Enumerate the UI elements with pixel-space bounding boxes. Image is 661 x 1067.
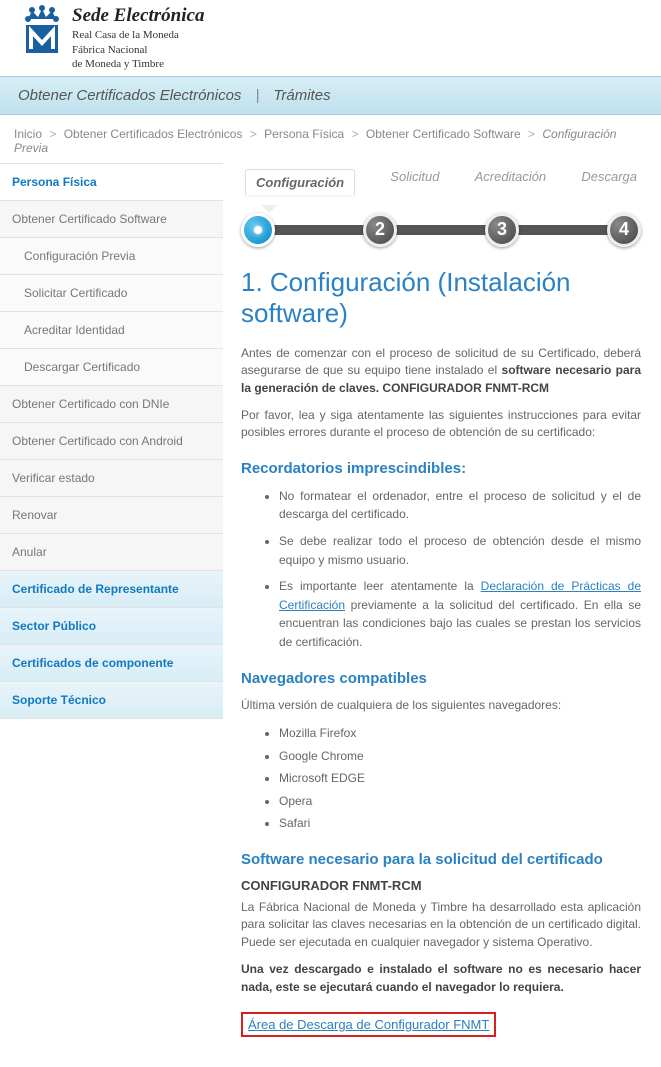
list-item: Se debe realizar todo el proceso de obte… — [279, 532, 641, 569]
sidebar: Persona Física Obtener Certificado Softw… — [0, 163, 223, 719]
list-item: No formatear el ordenador, entre el proc… — [279, 487, 641, 524]
configurador-desc: La Fábrica Nacional de Moneda y Timbre h… — [241, 899, 641, 951]
site-subtitle-2: Fábrica Nacional — [72, 44, 204, 57]
list-item: Microsoft EDGE — [279, 769, 641, 788]
intro-paragraph-1: Antes de comenzar con el proceso de soli… — [241, 345, 641, 397]
step-circle-3[interactable]: 3 — [485, 213, 519, 247]
site-subtitle-3: de Moneda y Timbre — [72, 58, 204, 71]
step-label-2[interactable]: Solicitud — [390, 169, 439, 195]
section-software: Software necesario para la solicitud del… — [241, 851, 641, 868]
li3-a: Es importante leer atentamente la — [279, 579, 481, 593]
bc-sep: > — [49, 127, 56, 141]
section-navegadores: Navegadores compatibles — [241, 670, 641, 687]
step-label-3[interactable]: Acreditación — [475, 169, 547, 195]
step-label-4[interactable]: Descarga — [581, 169, 637, 195]
step-arrow-icon — [261, 205, 277, 213]
sidebar-soporte-tecnico[interactable]: Soporte Técnico — [0, 682, 223, 719]
configurador-note: Una vez descargado e instalado el softwa… — [241, 961, 641, 996]
sidebar-cert-representante[interactable]: Certificado de Representante — [0, 571, 223, 608]
page-title: 1. Configuración (Instalación software) — [241, 267, 641, 329]
bc-sep: > — [528, 127, 535, 141]
sidebar-anular[interactable]: Anular — [0, 534, 223, 571]
p5-bold: Una vez descargado e instalado el softwa… — [241, 962, 641, 993]
main-content: Configuración Solicitud Acreditación Des… — [223, 163, 661, 1067]
intro-paragraph-2: Por favor, lea y siga atentamente las si… — [241, 407, 641, 442]
bc-sep: > — [250, 127, 257, 141]
site-subtitle-1: Real Casa de la Moneda — [72, 29, 204, 42]
list-item: Opera — [279, 792, 641, 811]
bc-certificados[interactable]: Obtener Certificados Electrónicos — [64, 127, 243, 141]
crown-m-logo-icon — [20, 5, 64, 55]
sidebar-descargar-certificado[interactable]: Descargar Certificado — [0, 349, 223, 386]
sidebar-renovar[interactable]: Renovar — [0, 497, 223, 534]
sidebar-solicitar-certificado[interactable]: Solicitar Certificado — [0, 275, 223, 312]
sidebar-sector-publico[interactable]: Sector Público — [0, 608, 223, 645]
sidebar-certificado-android[interactable]: Obtener Certificado con Android — [0, 423, 223, 460]
section-recordatorios: Recordatorios imprescindibles: — [241, 460, 641, 477]
sidebar-certificado-dnie[interactable]: Obtener Certificado con DNIe — [0, 386, 223, 423]
sidebar-verificar-estado[interactable]: Verificar estado — [0, 460, 223, 497]
list-item: Es importante leer atentamente la Declar… — [279, 577, 641, 651]
sidebar-persona-fisica[interactable]: Persona Física — [0, 163, 223, 201]
step-circle-4[interactable]: 4 — [607, 213, 641, 247]
browser-list: Mozilla Firefox Google Chrome Microsoft … — [241, 724, 641, 833]
bc-inicio[interactable]: Inicio — [14, 127, 42, 141]
progress-stepper: Configuración Solicitud Acreditación Des… — [241, 169, 641, 249]
browsers-intro: Última versión de cualquiera de los sigu… — [241, 697, 641, 714]
configurador-heading: CONFIGURADOR FNMT-RCM — [241, 878, 641, 893]
sidebar-acreditar-identidad[interactable]: Acreditar Identidad — [0, 312, 223, 349]
list-item: Google Chrome — [279, 747, 641, 766]
bc-software[interactable]: Obtener Certificado Software — [366, 127, 521, 141]
step-label-1[interactable]: Configuración — [245, 169, 355, 195]
step-circle-2[interactable]: 2 — [363, 213, 397, 247]
list-item: Mozilla Firefox — [279, 724, 641, 743]
sidebar-obtener-cert-software[interactable]: Obtener Certificado Software — [0, 201, 223, 238]
download-area-link[interactable]: Área de Descarga de Configurador FNMT — [241, 1012, 496, 1037]
sidebar-configuracion-previa[interactable]: Configuración Previa — [0, 238, 223, 275]
reminder-list: No formatear el ordenador, entre el proc… — [241, 487, 641, 652]
sidebar-cert-componente[interactable]: Certificados de componente — [0, 645, 223, 682]
site-header: Sede Electrónica Real Casa de la Moneda … — [0, 0, 661, 76]
breadcrumb: Inicio > Obtener Certificados Electrónic… — [0, 115, 661, 163]
main-nav: Obtener Certificados Electrónicos | Trám… — [0, 76, 661, 115]
logo-block: Sede Electrónica Real Casa de la Moneda … — [20, 5, 204, 71]
nav-certificados[interactable]: Obtener Certificados Electrónicos — [18, 87, 241, 104]
nav-separator: | — [255, 87, 259, 104]
step-circle-1[interactable] — [241, 213, 275, 247]
site-title: Sede Electrónica — [72, 5, 204, 27]
bc-sep: > — [352, 127, 359, 141]
list-item: Safari — [279, 814, 641, 833]
bc-persona[interactable]: Persona Física — [264, 127, 344, 141]
nav-tramites[interactable]: Trámites — [273, 87, 330, 104]
